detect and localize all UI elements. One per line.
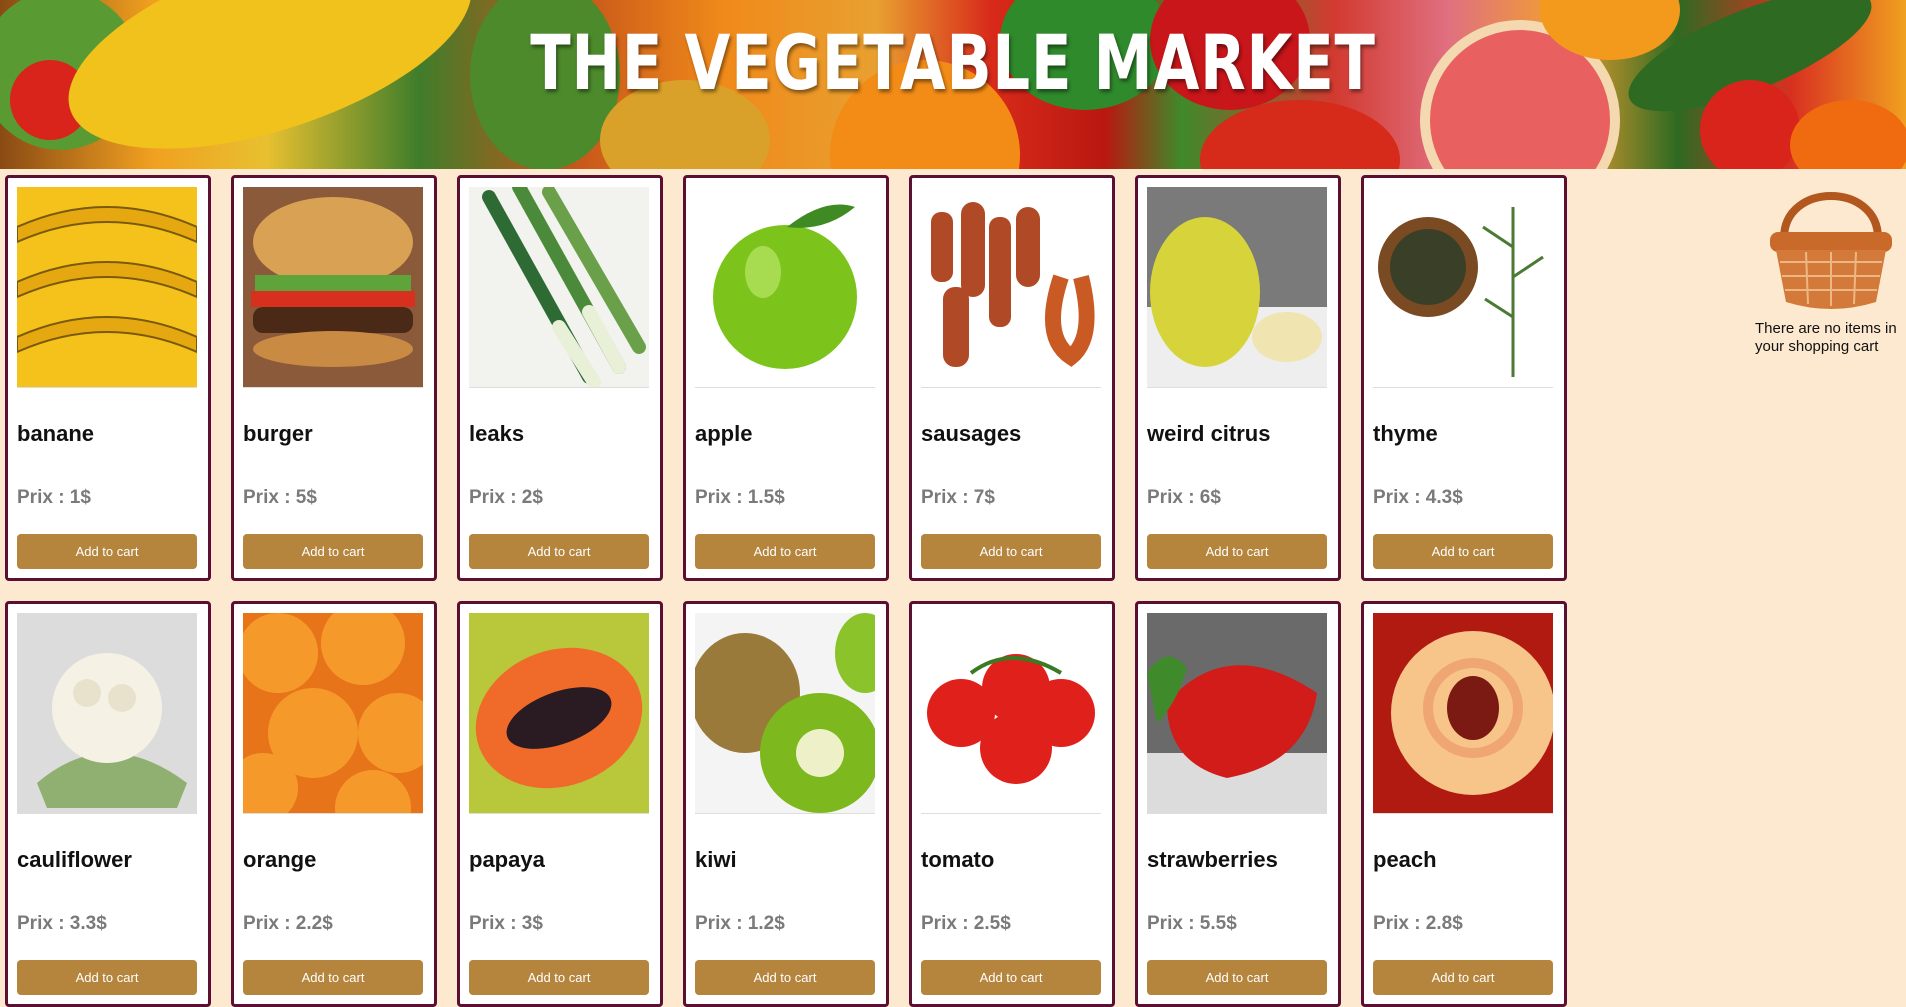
- product-name: leaks: [469, 421, 525, 446]
- product-name: tomato: [921, 847, 995, 872]
- add-to-cart-button[interactable]: Add to cart: [243, 534, 423, 569]
- tangerine-decoration: [1790, 100, 1906, 169]
- strawberry-image: [1147, 613, 1327, 813]
- product-name: cauliflower: [17, 847, 132, 872]
- apple-image: [695, 187, 875, 387]
- product-price: Prix : 3.3$: [17, 913, 107, 934]
- add-to-cart-button[interactable]: Add to cart: [469, 960, 649, 995]
- strawberry-image: [1147, 613, 1327, 814]
- banana-image: [17, 187, 197, 388]
- shopping-cart: There are no items in your shopping cart: [1750, 176, 1906, 356]
- kiwi-image: [695, 613, 875, 814]
- banana-image: [17, 187, 197, 387]
- product-price: Prix : 3$: [469, 913, 543, 934]
- add-to-cart-button[interactable]: Add to cart: [243, 960, 423, 995]
- product-card-7: cauliflower Prix : 3.3$ Add to cart: [5, 601, 211, 1007]
- add-to-cart-button[interactable]: Add to cart: [1373, 960, 1553, 995]
- product-grid: banane Prix : 1$ Add to cart burger Prix…: [5, 175, 1575, 1007]
- burger-image: [243, 187, 423, 388]
- product-name: weird citrus: [1147, 421, 1271, 446]
- product-card-1: burger Prix : 5$ Add to cart: [231, 175, 437, 581]
- basket-icon[interactable]: [1766, 176, 1896, 312]
- papaya-image: [469, 613, 649, 814]
- add-to-cart-button[interactable]: Add to cart: [695, 534, 875, 569]
- product-card-4: sausages Prix : 7$ Add to cart: [909, 175, 1115, 581]
- empty-cart-message: There are no items in your shopping cart: [1755, 320, 1897, 355]
- product-card-6: thyme Prix : 4.3$ Add to cart: [1361, 175, 1567, 581]
- add-to-cart-button[interactable]: Add to cart: [921, 534, 1101, 569]
- product-name: peach: [1373, 847, 1437, 872]
- product-price: Prix : 5$: [243, 487, 317, 508]
- papaya-image: [469, 613, 649, 813]
- add-to-cart-button[interactable]: Add to cart: [695, 960, 875, 995]
- thyme-image: [1373, 187, 1553, 388]
- product-name: papaya: [469, 847, 545, 872]
- apple-image: [695, 187, 875, 388]
- burger-image: [243, 187, 423, 387]
- tomato-decoration: [1200, 100, 1400, 169]
- add-to-cart-button[interactable]: Add to cart: [469, 534, 649, 569]
- product-price: Prix : 2.2$: [243, 913, 333, 934]
- product-name: thyme: [1373, 421, 1438, 446]
- add-to-cart-button[interactable]: Add to cart: [921, 960, 1101, 995]
- product-name: strawberries: [1147, 847, 1278, 872]
- product-card-12: strawberries Prix : 5.5$ Add to cart: [1135, 601, 1341, 1007]
- citrus-image: [1147, 187, 1327, 388]
- kiwi-image: [695, 613, 875, 813]
- product-name: apple: [695, 421, 753, 446]
- product-name: orange: [243, 847, 317, 872]
- citrus-image: [1147, 187, 1327, 387]
- product-name: banane: [17, 421, 95, 446]
- thyme-image: [1373, 187, 1553, 387]
- product-card-5: weird citrus Prix : 6$ Add to cart: [1135, 175, 1341, 581]
- strawberry-decoration-right: [1700, 80, 1800, 169]
- product-price: Prix : 6$: [1147, 487, 1221, 508]
- cauliflower-image: [17, 613, 197, 814]
- product-price: Prix : 7$: [921, 487, 995, 508]
- peach-image: [1373, 613, 1553, 813]
- sausage-image: [921, 187, 1101, 387]
- product-price: Prix : 5.5$: [1147, 913, 1237, 934]
- leek-image: [469, 187, 649, 388]
- header-banner: THE VEGETABLE MARKET: [0, 0, 1906, 169]
- add-to-cart-button[interactable]: Add to cart: [1147, 960, 1327, 995]
- page-title: THE VEGETABLE MARKET: [530, 18, 1376, 107]
- product-card-2: leaks Prix : 2$ Add to cart: [457, 175, 663, 581]
- product-price: Prix : 4.3$: [1373, 487, 1463, 508]
- peach-image: [1373, 613, 1553, 814]
- product-card-3: apple Prix : 1.5$ Add to cart: [683, 175, 889, 581]
- product-name: kiwi: [695, 847, 737, 872]
- orange-image: [243, 613, 423, 813]
- product-price: Prix : 1.2$: [695, 913, 785, 934]
- product-price: Prix : 2.5$: [921, 913, 1011, 934]
- leek-image: [469, 187, 649, 387]
- product-name: burger: [243, 421, 313, 446]
- product-card-10: kiwi Prix : 1.2$ Add to cart: [683, 601, 889, 1007]
- product-card-0: banane Prix : 1$ Add to cart: [5, 175, 211, 581]
- product-price: Prix : 1.5$: [695, 487, 785, 508]
- cauliflower-image: [17, 613, 197, 813]
- product-card-13: peach Prix : 2.8$ Add to cart: [1361, 601, 1567, 1007]
- product-name: sausages: [921, 421, 1022, 446]
- tomato-image: [921, 613, 1101, 814]
- product-card-11: tomato Prix : 2.5$ Add to cart: [909, 601, 1115, 1007]
- product-card-8: orange Prix : 2.2$ Add to cart: [231, 601, 437, 1007]
- sausage-image: [921, 187, 1101, 388]
- orange-image: [243, 613, 423, 814]
- add-to-cart-button[interactable]: Add to cart: [1373, 534, 1553, 569]
- product-price: Prix : 1$: [17, 487, 91, 508]
- product-price: Prix : 2.8$: [1373, 913, 1463, 934]
- add-to-cart-button[interactable]: Add to cart: [17, 534, 197, 569]
- tomato-image: [921, 613, 1101, 813]
- product-card-9: papaya Prix : 3$ Add to cart: [457, 601, 663, 1007]
- product-price: Prix : 2$: [469, 487, 543, 508]
- add-to-cart-button[interactable]: Add to cart: [1147, 534, 1327, 569]
- add-to-cart-button[interactable]: Add to cart: [17, 960, 197, 995]
